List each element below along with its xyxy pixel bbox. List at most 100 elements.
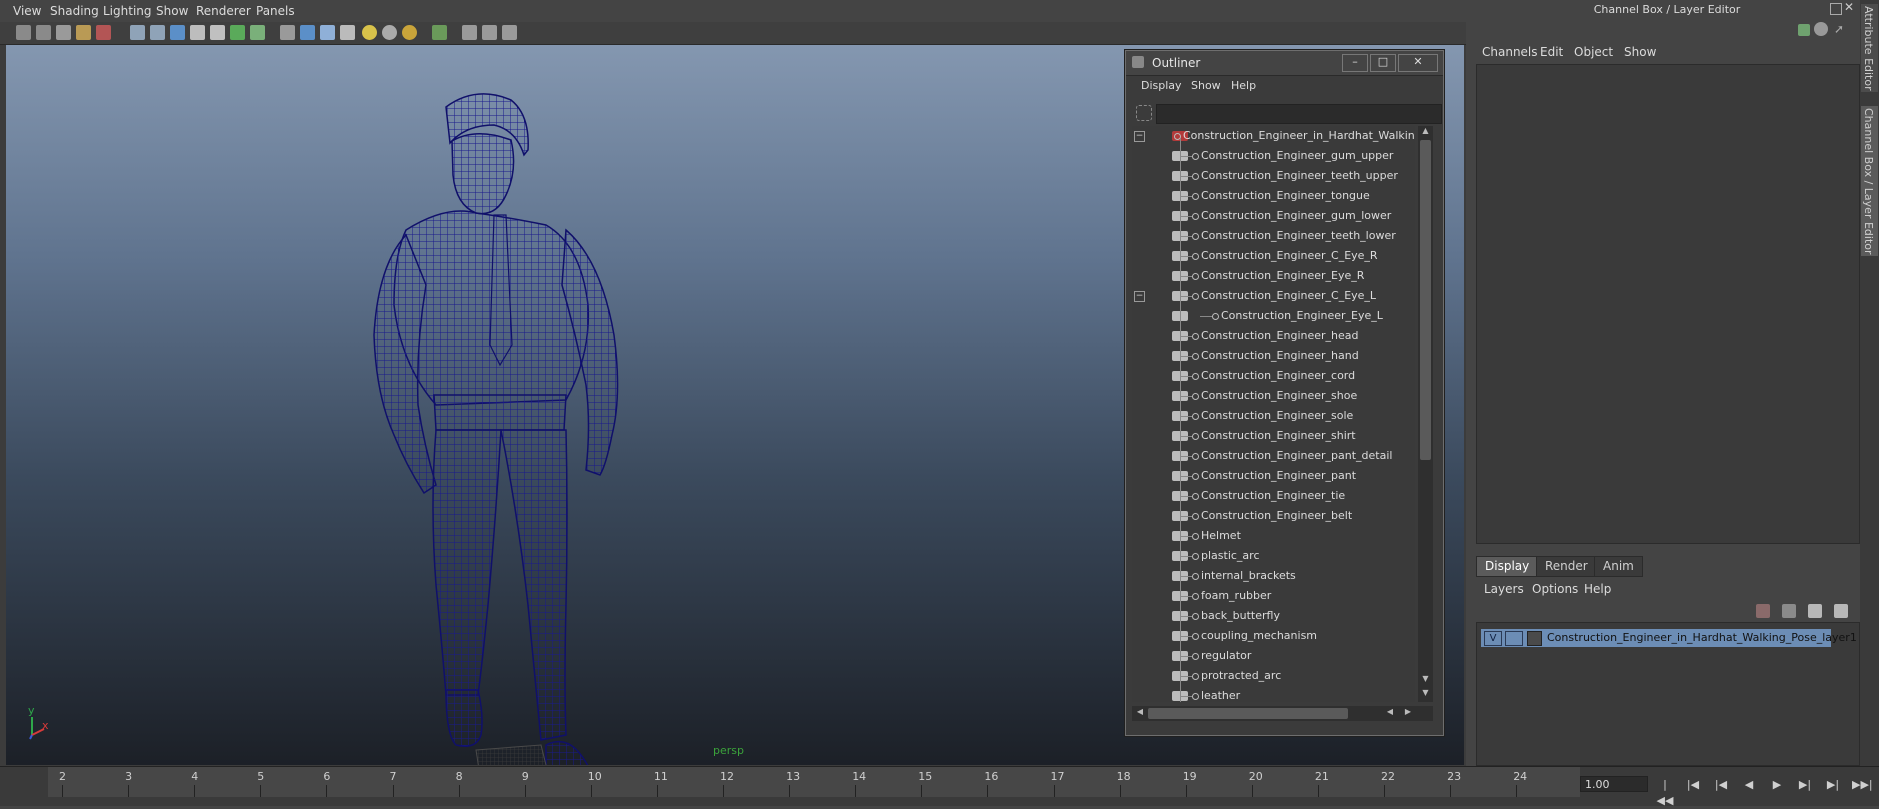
two-d-pan-zoom-icon[interactable]: [96, 25, 111, 40]
layer-visibility-toggle[interactable]: V: [1484, 631, 1502, 646]
camera-attributes-icon[interactable]: [36, 25, 51, 40]
outliner-item[interactable]: Construction_Engineer_C_Eye_R: [1132, 246, 1415, 266]
outliner-item[interactable]: plastic_arc: [1132, 546, 1415, 566]
new-layer-selected-icon[interactable]: [1834, 604, 1848, 618]
resolution-gate-icon[interactable]: [170, 25, 185, 40]
current-time-field[interactable]: 1.00: [1580, 776, 1648, 792]
step-forward-icon[interactable]: ▶|: [1824, 777, 1842, 793]
outliner-horizontal-scrollbar[interactable]: ◀ ◀ ▶: [1132, 706, 1433, 721]
safe-action-icon[interactable]: [230, 25, 245, 40]
outliner-item[interactable]: Helmet: [1132, 526, 1415, 546]
object-menu[interactable]: Object: [1574, 45, 1613, 59]
tab-anim[interactable]: Anim: [1594, 556, 1643, 577]
shadows-icon[interactable]: [382, 25, 397, 40]
outliner-item[interactable]: Construction_Engineer_in_Hardhat_Walking…: [1132, 126, 1415, 146]
safe-title-icon[interactable]: [250, 25, 265, 40]
channel-box-area[interactable]: [1476, 64, 1860, 544]
film-gate-icon[interactable]: [150, 25, 165, 40]
outliner-item[interactable]: Construction_Engineer_shirt: [1132, 426, 1415, 446]
scroll-right-icon[interactable]: ▶: [1402, 707, 1414, 720]
menu-panels[interactable]: Panels: [256, 4, 295, 18]
layer-row[interactable]: V Construction_Engineer_in_Hardhat_Walki…: [1481, 629, 1857, 647]
gate-mask-icon[interactable]: [190, 25, 205, 40]
channels-menu[interactable]: Channels: [1482, 45, 1538, 59]
outliner-titlebar[interactable]: Outliner – □ ✕: [1126, 51, 1443, 76]
layer-color-swatch-icon[interactable]: [1527, 631, 1542, 646]
step-forward-key-icon[interactable]: ▶|: [1796, 777, 1814, 793]
collapse-icon[interactable]: −: [1134, 291, 1145, 302]
outliner-filter-input[interactable]: [1156, 104, 1442, 124]
tab-render[interactable]: Render: [1536, 556, 1597, 577]
minimize-icon[interactable]: –: [1342, 54, 1368, 72]
use-default-lights-icon[interactable]: [362, 25, 377, 40]
network-icon[interactable]: [502, 25, 517, 40]
go-to-end-icon[interactable]: ▶▶|: [1852, 777, 1873, 793]
image-plane-icon[interactable]: [76, 25, 91, 40]
attribute-editor-tab[interactable]: Attribute Editor: [1861, 4, 1878, 92]
close-icon[interactable]: ✕: [1398, 54, 1438, 72]
outliner-item[interactable]: back_butterfly: [1132, 606, 1415, 626]
outliner-item[interactable]: coupling_mechanism: [1132, 626, 1415, 646]
tab-display[interactable]: Display: [1476, 556, 1539, 577]
menu-lighting[interactable]: Lighting: [103, 4, 152, 18]
help-menu[interactable]: Help: [1584, 582, 1611, 596]
outliner-vertical-scrollbar[interactable]: ▲ ▼ ▼: [1418, 126, 1433, 702]
outliner-item[interactable]: Construction_Engineer_Eye_R: [1132, 266, 1415, 286]
isolate-select-icon[interactable]: [432, 25, 447, 40]
scroll-down-arrow-icon[interactable]: ▼: [1419, 674, 1432, 686]
outliner-menu-help[interactable]: Help: [1231, 79, 1256, 92]
outliner-menu-show[interactable]: Show: [1191, 79, 1221, 92]
wireframe-on-shaded-icon[interactable]: [320, 25, 335, 40]
play-forwards-icon[interactable]: ▶: [1768, 777, 1786, 793]
filter-icon[interactable]: [1136, 105, 1152, 121]
move-layer-down-icon[interactable]: [1782, 604, 1796, 618]
hscroll-thumb[interactable]: [1148, 708, 1348, 719]
scroll-left-end-icon[interactable]: ◀: [1384, 707, 1396, 720]
outliner-item[interactable]: Construction_Engineer_hand: [1132, 346, 1415, 366]
outliner-item[interactable]: Construction_Engineer_tie: [1132, 486, 1415, 506]
scroll-down-icon[interactable]: ▼: [1419, 688, 1432, 700]
outliner-item[interactable]: Construction_Engineer_gum_upper: [1132, 146, 1415, 166]
edit-menu[interactable]: Edit: [1540, 45, 1563, 59]
textured-icon[interactable]: [340, 25, 355, 40]
grid-icon[interactable]: [130, 25, 145, 40]
show-menu[interactable]: Show: [1624, 45, 1656, 59]
channel-box-toggle-icon[interactable]: [1798, 24, 1810, 36]
select-camera-icon[interactable]: [16, 25, 31, 40]
attribute-editor-toggle-icon[interactable]: [1814, 22, 1828, 36]
outliner-item[interactable]: internal_brackets: [1132, 566, 1415, 586]
layer-playback-toggle[interactable]: [1505, 631, 1523, 646]
time-track[interactable]: 2 3 4 5 6 7 8 9 10 11 12 13 14 15 16 17 18 19 20 21 22 23 24: [48, 767, 1580, 797]
outliner-item[interactable]: Construction_Engineer_gum_lower: [1132, 206, 1415, 226]
menu-view[interactable]: View: [13, 4, 41, 18]
outliner-item[interactable]: Construction_Engineer_head: [1132, 326, 1415, 346]
step-back-key-icon[interactable]: |◀: [1712, 777, 1730, 793]
float-panel-icon[interactable]: [1830, 3, 1842, 15]
outliner-item[interactable]: Construction_Engineer_shoe: [1132, 386, 1415, 406]
menu-renderer[interactable]: Renderer: [196, 4, 251, 18]
outliner-item[interactable]: Construction_Engineer_teeth_lower: [1132, 226, 1415, 246]
outliner-item[interactable]: Construction_Engineer_sole: [1132, 406, 1415, 426]
scroll-up-icon[interactable]: ▲: [1419, 126, 1432, 138]
bookmark-icon[interactable]: [56, 25, 71, 40]
layers-menu[interactable]: Layers: [1484, 582, 1524, 596]
field-chart-icon[interactable]: [210, 25, 225, 40]
play-backwards-icon[interactable]: ◀: [1740, 777, 1758, 793]
scroll-left-icon[interactable]: ◀: [1134, 707, 1146, 720]
outliner-item[interactable]: Construction_Engineer_pant_detail: [1132, 446, 1415, 466]
new-layer-icon[interactable]: [1808, 604, 1822, 618]
outliner-item[interactable]: Construction_Engineer_teeth_upper: [1132, 166, 1415, 186]
outliner-item[interactable]: Construction_Engineer_cord: [1132, 366, 1415, 386]
outliner-item[interactable]: Construction_Engineer_belt: [1132, 506, 1415, 526]
outliner-item[interactable]: leather: [1132, 686, 1415, 702]
outliner-item[interactable]: foam_rubber: [1132, 586, 1415, 606]
channel-box-tab[interactable]: Channel Box / Layer Editor: [1861, 106, 1878, 256]
maximize-icon[interactable]: □: [1370, 54, 1396, 72]
go-to-start-icon[interactable]: |◀◀: [1656, 777, 1674, 807]
collapse-icon[interactable]: −: [1134, 131, 1145, 142]
xray-icon[interactable]: [462, 25, 477, 40]
xray-joints-icon[interactable]: [482, 25, 497, 40]
outliner-item[interactable]: regulator: [1132, 646, 1415, 666]
outliner-item[interactable]: Construction_Engineer_Eye_L: [1132, 306, 1415, 326]
move-layer-up-icon[interactable]: [1756, 604, 1770, 618]
